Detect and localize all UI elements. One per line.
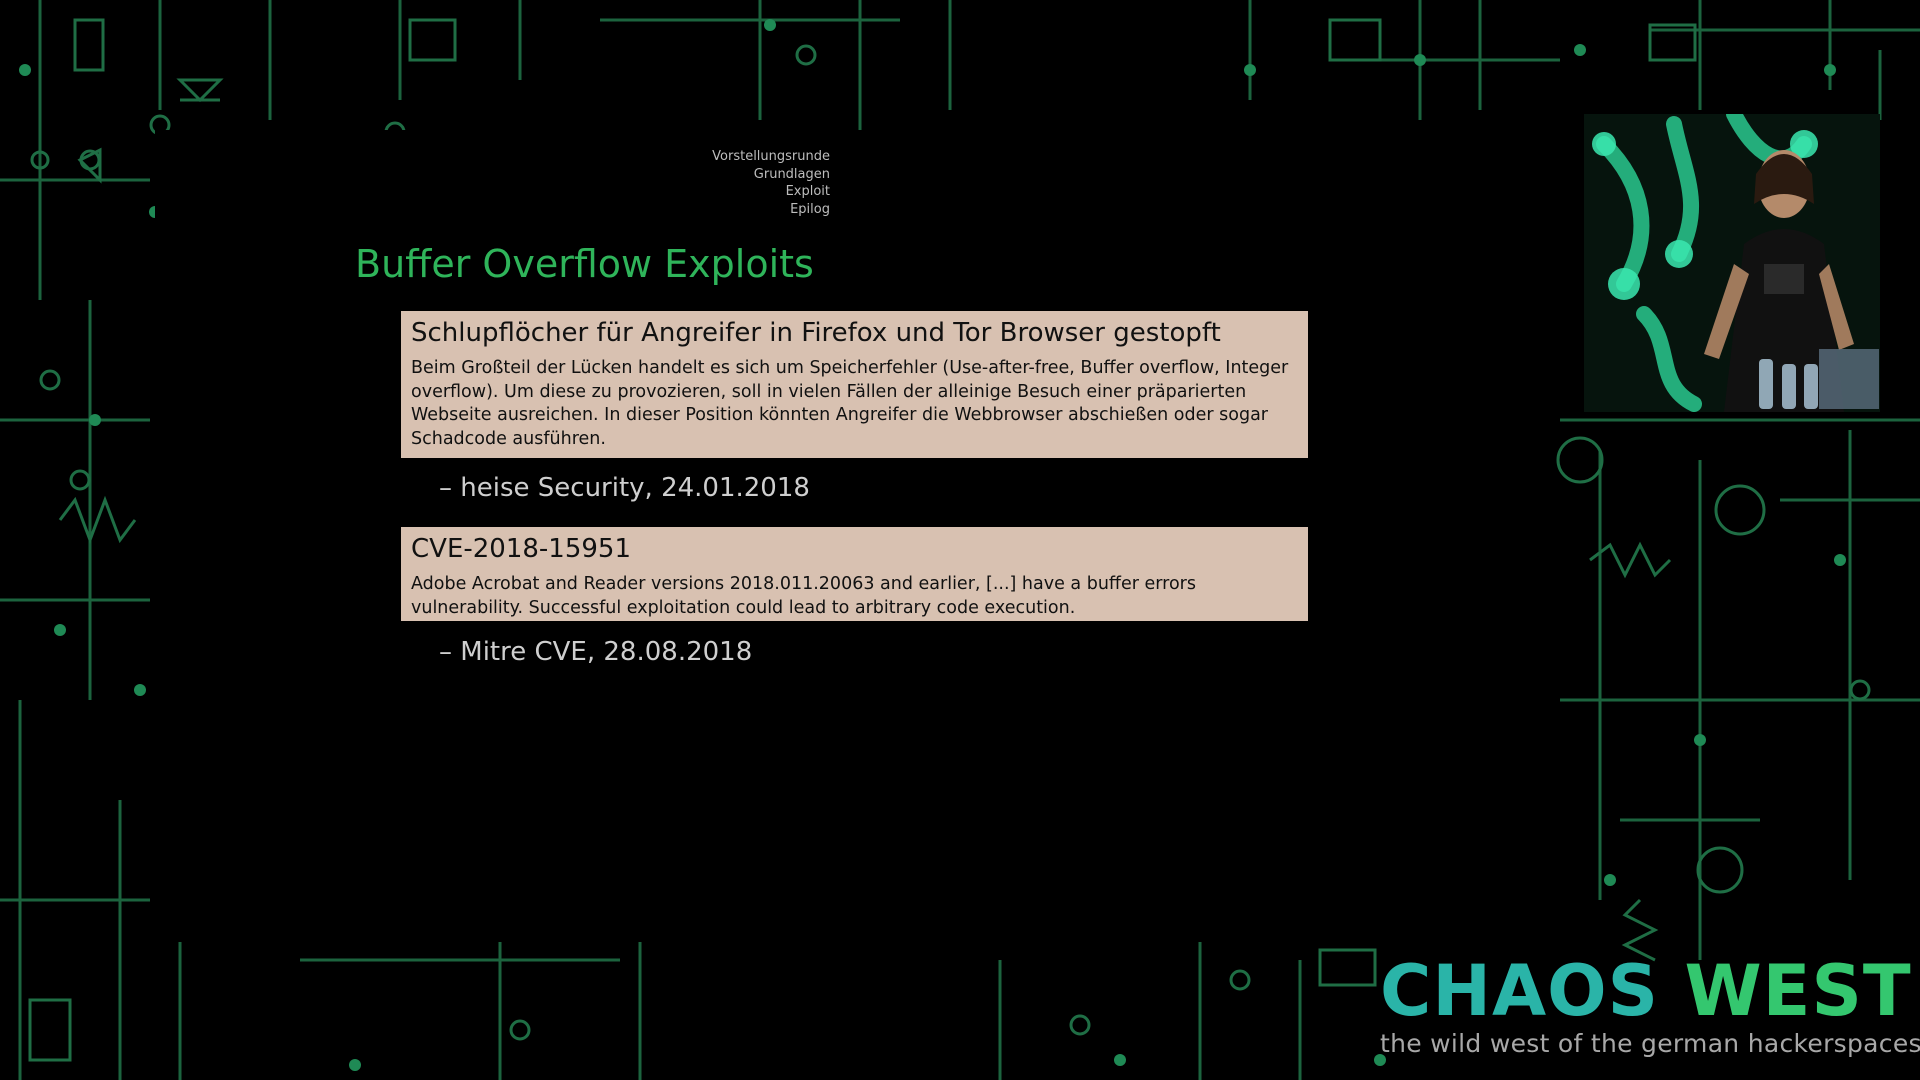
nav-item-epilog[interactable]: Epilog: [712, 201, 830, 219]
presentation-slide: Vorstellungsrunde Grundlagen Exploit Epi…: [155, 130, 1490, 942]
logo-wordmark: CHAOS WEST: [1380, 955, 1911, 1027]
nav-item-exploit[interactable]: Exploit: [712, 183, 830, 201]
chaos-west-logo: CHAOS WEST the wild west of the german h…: [1380, 955, 1920, 1058]
quote-source: – heise Security, 24.01.2018: [439, 473, 810, 503]
quote-heading: CVE-2018-15951: [411, 534, 632, 564]
quote-body: Adobe Acrobat and Reader versions 2018.0…: [411, 574, 1196, 618]
quote-source: – Mitre CVE, 28.08.2018: [439, 637, 753, 667]
logo-tagline: the wild west of the german hackerspaces: [1380, 1029, 1920, 1058]
slide-title: Buffer Overflow Exploits: [355, 242, 814, 286]
quote-box: CVE-2018-15951 Adobe Acrobat and Reader …: [401, 527, 1308, 621]
logo-word-west: WEST: [1684, 950, 1912, 1032]
speaker-camera-view: [1584, 114, 1880, 412]
quote-body: Beim Großteil der Lücken handelt es sich…: [411, 358, 1289, 449]
quote-box: Schlupflöcher für Angreifer in Firefox u…: [401, 311, 1308, 458]
nav-item-grundlagen[interactable]: Grundlagen: [712, 166, 830, 184]
slide-navigation: Vorstellungsrunde Grundlagen Exploit Epi…: [712, 148, 830, 218]
speaker-video-image: [1584, 114, 1880, 412]
logo-word-chaos: CHAOS: [1380, 950, 1660, 1032]
quote-heading: Schlupflöcher für Angreifer in Firefox u…: [411, 318, 1221, 348]
nav-item-vorstellungsrunde[interactable]: Vorstellungsrunde: [712, 148, 830, 166]
